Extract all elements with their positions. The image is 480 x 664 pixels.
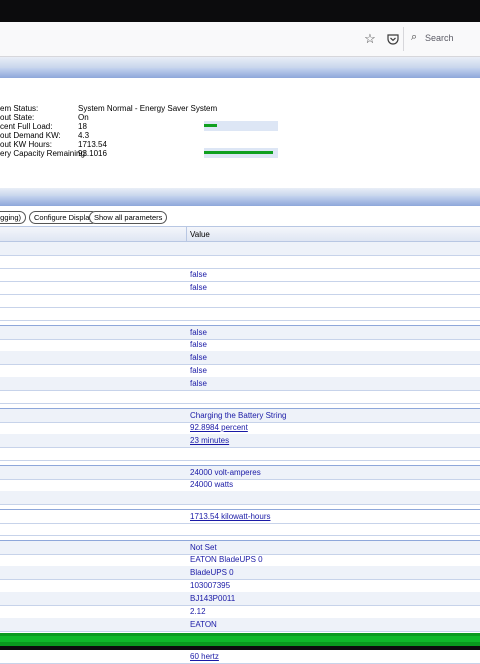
title-bar [0, 0, 480, 22]
value-cell: Charging the Battery String [190, 411, 287, 420]
full-load-meter-fill [204, 124, 217, 127]
demand-kw-value: 4.3 [78, 131, 90, 140]
table-row: false [0, 281, 480, 295]
output-state-label: out State: [0, 113, 35, 122]
value-cell: false [190, 270, 207, 279]
table-row: 23 minutes [0, 434, 480, 448]
table-row: false [0, 377, 480, 391]
table-row [0, 390, 480, 404]
table-row: BladeUPS 0 [0, 566, 480, 580]
value-cell: false [190, 340, 207, 349]
value-link[interactable]: 23 minutes [190, 436, 229, 445]
star-icon[interactable]: ☆ [362, 31, 378, 47]
table-row [0, 307, 480, 321]
browser-toolbar: ☆ ⌕ Search [0, 22, 480, 57]
full-load-meter [204, 121, 278, 131]
value-cell: false [190, 353, 207, 362]
system-status-value: System Normal - Energy Saver System [78, 104, 218, 113]
battery-meter [204, 148, 278, 158]
table-row: false [0, 351, 480, 365]
value-link[interactable]: 92.8984 percent [190, 423, 248, 432]
value-cell: EATON [190, 620, 217, 629]
value-link[interactable]: 60 hertz [190, 652, 219, 661]
value-cell: false [190, 328, 207, 337]
battery-capacity-value: 93.1016 [78, 149, 107, 158]
full-load-label: cent Full Load: [0, 122, 53, 131]
battery-meter-fill [204, 151, 273, 154]
table-row: BJ143P0011 [0, 592, 480, 606]
table-row: 60 hertz [0, 649, 480, 664]
window-bottom-edge [0, 646, 480, 650]
table-row: 103007395 [0, 579, 480, 593]
value-cell: false [190, 283, 207, 292]
table-row: false [0, 268, 480, 282]
table-row [0, 242, 480, 256]
table-row: EATON BladeUPS 0 [0, 553, 480, 567]
demand-kw-label: out Demand KW: [0, 131, 61, 140]
table-row: 92.8984 percent [0, 421, 480, 435]
status-bar-fill [0, 636, 480, 642]
value-cell: false [190, 366, 207, 375]
value-link[interactable]: 1713.54 kilowatt-hours [190, 512, 271, 521]
table-row: 2.12 [0, 605, 480, 619]
value-column-header: Value [190, 230, 210, 239]
table-row: 24000 watts [0, 478, 480, 492]
value-cell: Not Set [190, 543, 217, 552]
kw-hours-value: 1713.54 [78, 140, 107, 149]
table-row: false [0, 338, 480, 352]
table-row: false [0, 364, 480, 378]
value-cell: BladeUPS 0 [190, 568, 234, 577]
value-cell: 24000 watts [190, 480, 234, 489]
table-row [0, 491, 480, 505]
search-box[interactable]: ⌕ Search [405, 29, 480, 49]
search-placeholder: Search [425, 33, 454, 43]
value-cell: 103007395 [190, 581, 231, 590]
value-cell: 2.12 [190, 607, 206, 616]
table-row [0, 294, 480, 308]
search-icon: ⌕ [411, 31, 418, 43]
full-load-value: 18 [78, 122, 87, 131]
output-state-value: On [78, 113, 89, 122]
table-row [0, 522, 480, 536]
show-all-parameters-button[interactable]: Show all parameters [89, 211, 168, 224]
value-cell: 24000 volt-amperes [190, 468, 261, 477]
kw-hours-label: out KW Hours: [0, 140, 53, 149]
table-row [0, 447, 480, 461]
logging-button[interactable]: ogging) [0, 211, 27, 224]
battery-capacity-label: ery Capacity Remaining: [0, 149, 88, 158]
value-cell: EATON BladeUPS 0 [190, 555, 263, 564]
status-bar [0, 633, 480, 646]
toolbar-separator [403, 27, 404, 51]
parameters-header-bar [0, 196, 480, 206]
pocket-icon[interactable] [385, 31, 401, 47]
column-divider [186, 227, 187, 241]
system-status-label: em Status: [0, 104, 39, 113]
section-header-bar [0, 68, 480, 78]
value-cell: BJ143P0011 [190, 594, 236, 603]
table-row [0, 255, 480, 269]
value-cell: false [190, 379, 207, 388]
table-row: EATON [0, 618, 480, 632]
table-header: Value [0, 226, 480, 242]
configure-display-button[interactable]: Configure Display [29, 211, 99, 224]
